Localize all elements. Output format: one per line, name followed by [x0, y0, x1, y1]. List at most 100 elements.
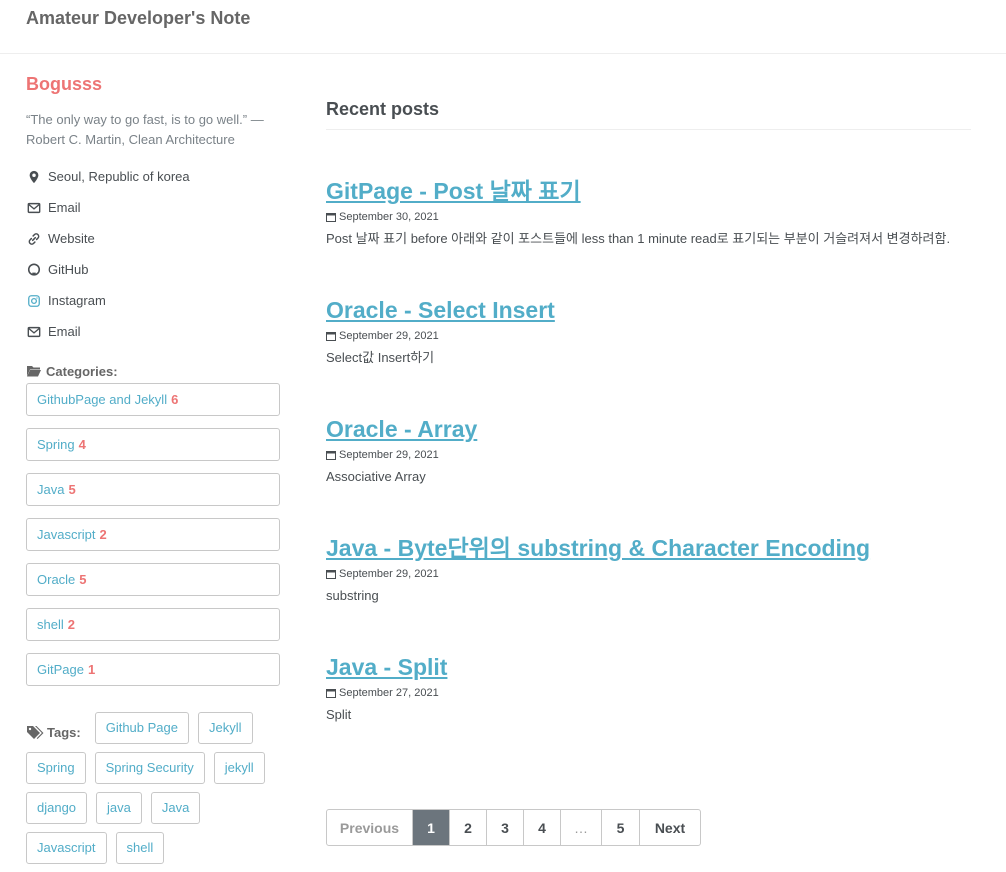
- tags-icon: [26, 725, 44, 739]
- category-count: 1: [87, 662, 96, 677]
- category-name: GitPage: [37, 662, 84, 677]
- post-title-link[interactable]: GitPage - Post 날짜 표기: [326, 176, 581, 206]
- post-date-text: September 29, 2021: [339, 330, 439, 342]
- category-item[interactable]: Java 5: [26, 473, 280, 506]
- post-item: Java - Byte단위의 substring & Character Enc…: [326, 533, 971, 606]
- category-count: 5: [68, 482, 76, 497]
- author-link-email-2[interactable]: Email: [26, 316, 280, 347]
- category-item[interactable]: Javascript 2: [26, 518, 280, 551]
- post-date-text: September 30, 2021: [339, 211, 439, 223]
- site-title[interactable]: Amateur Developer's Note: [26, 8, 250, 29]
- author-name: Bogusss: [26, 74, 103, 94]
- post-date-text: September 29, 2021: [339, 568, 439, 580]
- post-date-text: September 29, 2021: [339, 449, 439, 461]
- category-item[interactable]: GitPage 1: [26, 653, 280, 686]
- post-date: September 29, 2021: [326, 567, 971, 581]
- link-icon: [26, 231, 42, 247]
- pagination-ellipsis: …: [561, 810, 602, 845]
- pagination: Previous 1 2 3 4 … 5 Next: [326, 809, 701, 846]
- category-count: 5: [79, 572, 87, 587]
- post-title-link[interactable]: Java - Split: [326, 652, 447, 682]
- category-name: shell: [37, 617, 64, 632]
- category-item[interactable]: shell 2: [26, 608, 280, 641]
- tag-item[interactable]: java: [96, 792, 142, 824]
- categories-heading: Categories:: [26, 361, 280, 381]
- tag-item[interactable]: Spring: [26, 752, 86, 784]
- calendar-icon: [326, 331, 336, 341]
- category-item[interactable]: Spring 4: [26, 428, 280, 461]
- tag-item[interactable]: Java: [150, 792, 201, 824]
- calendar-icon: [326, 450, 336, 460]
- category-count: 2: [67, 617, 75, 632]
- category-name: Oracle: [37, 572, 76, 587]
- envelope-icon: [26, 200, 42, 216]
- author-link-label: Email: [48, 324, 81, 339]
- category-name: Spring: [37, 437, 75, 452]
- post-excerpt: substring: [326, 588, 379, 603]
- post-date: September 30, 2021: [326, 210, 971, 224]
- tag-item[interactable]: Spring Security: [94, 752, 205, 784]
- recent-posts-heading: Recent posts: [326, 90, 971, 130]
- author-links: Seoul, Republic of korea Email Website G…: [26, 161, 280, 347]
- post-date: September 29, 2021: [326, 329, 971, 343]
- pagination-page[interactable]: 3: [487, 810, 524, 845]
- tag-item[interactable]: shell: [115, 832, 165, 864]
- author-link-github[interactable]: GitHub: [26, 254, 280, 285]
- pagination-page-current[interactable]: 1: [413, 810, 450, 845]
- category-item[interactable]: Oracle 5: [26, 563, 280, 596]
- category-count: 4: [78, 437, 86, 452]
- post-title-link[interactable]: Oracle - Select Insert: [326, 295, 555, 325]
- category-item[interactable]: GithubPage and Jekyll 6: [26, 383, 280, 416]
- post-date: September 27, 2021: [326, 686, 971, 700]
- tag-item[interactable]: Github Page: [94, 712, 189, 744]
- post-title-link[interactable]: Java - Byte단위의 substring & Character Enc…: [326, 533, 870, 563]
- instagram-icon: [26, 293, 42, 309]
- category-name: GithubPage and Jekyll: [37, 392, 168, 407]
- category-count: 2: [99, 527, 107, 542]
- author-link-email[interactable]: Email: [26, 192, 280, 223]
- pagination-previous[interactable]: Previous: [327, 810, 413, 845]
- author-link-location: Seoul, Republic of korea: [26, 161, 280, 192]
- post-item: Oracle - Array September 29, 2021 Associ…: [326, 414, 971, 487]
- post-excerpt: Select값 Insert하기: [326, 350, 435, 365]
- category-name: Javascript: [37, 527, 96, 542]
- category-list: GithubPage and Jekyll 6 Spring 4 Java 5 Jav…: [26, 383, 280, 686]
- calendar-icon: [326, 212, 336, 222]
- folder-open-icon: [26, 364, 42, 378]
- post-item: Java - Split September 27, 2021 Split: [326, 652, 971, 725]
- author-link-label: Email: [48, 200, 81, 215]
- category-name: Java: [37, 482, 65, 497]
- sidebar: Bogusss “The only way to go fast, is to …: [26, 72, 280, 698]
- pagination-next[interactable]: Next: [640, 810, 700, 845]
- pagination-page[interactable]: 2: [450, 810, 487, 845]
- calendar-icon: [326, 688, 336, 698]
- main-content: Recent posts GitPage - Post 날짜 표기 Septem…: [326, 90, 971, 725]
- author-link-website[interactable]: Website: [26, 223, 280, 254]
- tag-item[interactable]: Javascript: [26, 832, 107, 864]
- post-date: September 29, 2021: [326, 448, 971, 462]
- masthead: Amateur Developer's Note: [0, 0, 1006, 54]
- pagination-page[interactable]: 5: [602, 810, 640, 845]
- tags-section: Tags: Github Page Jekyll Spring Spring S…: [26, 712, 296, 872]
- map-marker-icon: [26, 169, 42, 185]
- tags-heading: Tags:: [26, 716, 81, 748]
- tag-item[interactable]: jekyll: [213, 752, 265, 784]
- category-count: 6: [171, 392, 179, 407]
- pagination-page[interactable]: 4: [524, 810, 561, 845]
- github-icon: [26, 262, 42, 278]
- author-link-label: Website: [48, 231, 95, 246]
- post-item: Oracle - Select Insert September 29, 202…: [326, 295, 971, 368]
- author-link-instagram[interactable]: Instagram: [26, 285, 280, 316]
- author-link-label: Seoul, Republic of korea: [48, 169, 190, 184]
- post-excerpt: Post 날짜 표기 before 아래와 같이 포스트들에 less than…: [326, 231, 951, 246]
- tag-item[interactable]: django: [26, 792, 88, 824]
- author-bio: “The only way to go fast, is to go well.…: [26, 112, 264, 147]
- post-title-link[interactable]: Oracle - Array: [326, 414, 477, 444]
- post-item: GitPage - Post 날짜 표기 September 30, 2021 …: [326, 176, 971, 249]
- calendar-icon: [326, 569, 336, 579]
- post-excerpt: Associative Array: [326, 469, 426, 484]
- envelope-icon: [26, 324, 42, 340]
- post-excerpt: Split: [326, 707, 352, 722]
- post-date-text: September 27, 2021: [339, 687, 439, 699]
- tag-item[interactable]: Jekyll: [198, 712, 253, 744]
